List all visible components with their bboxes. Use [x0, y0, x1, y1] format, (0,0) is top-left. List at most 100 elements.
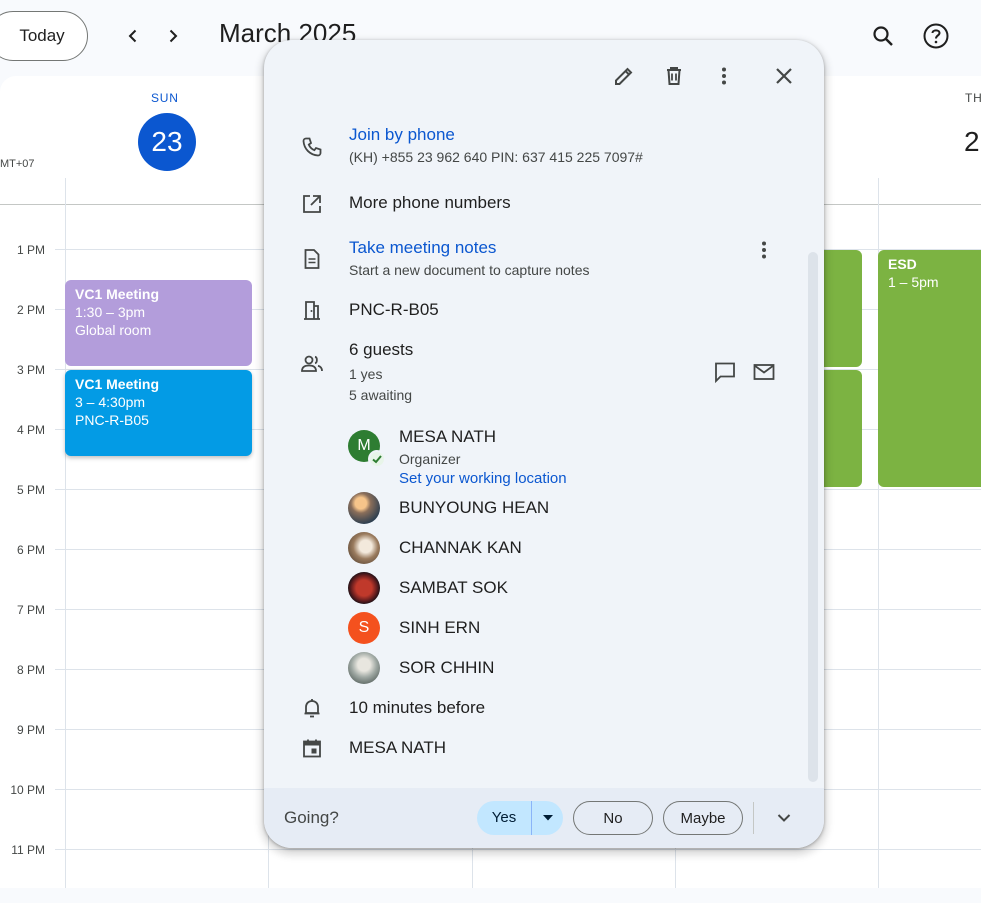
pencil-icon	[615, 67, 633, 85]
rsvp-yes-button[interactable]: Yes	[477, 801, 563, 835]
day-number-thu[interactable]: 2	[950, 113, 981, 171]
next-period-button[interactable]	[157, 18, 189, 54]
phone-icon	[298, 133, 326, 161]
calendar-owner: MESA NATH	[349, 738, 446, 757]
avatar	[348, 572, 380, 604]
timezone-label: MT+07	[0, 158, 35, 170]
close-button[interactable]	[764, 56, 804, 96]
guest-count: 6 guests	[349, 340, 414, 359]
hour-label: 7 PM	[16, 603, 45, 617]
event-title: ESD	[888, 256, 917, 272]
edit-event-button[interactable]	[604, 56, 644, 96]
rsvp-maybe-button[interactable]: Maybe	[663, 801, 743, 835]
footer-divider	[753, 802, 754, 834]
popup-scrollbar[interactable]	[808, 252, 818, 782]
take-meeting-notes-link[interactable]: Take meeting notes	[349, 238, 589, 258]
going-label: Going?	[284, 808, 339, 827]
guest-yes-count: 1 yes	[349, 366, 383, 382]
more-phone-numbers-link[interactable]: More phone numbers	[349, 193, 511, 213]
guest-name: BUNYOUNG HEAN	[399, 498, 550, 517]
join-by-phone-link[interactable]: Join by phone	[349, 125, 643, 145]
guest-item[interactable]: SOR CHHIN	[348, 652, 494, 684]
bell-icon	[298, 694, 326, 722]
event-time: 1 – 5pm	[888, 274, 939, 290]
event-vc1-meeting-room[interactable]: VC1 Meeting 3 – 4:30pm PNC-R-B05	[65, 370, 252, 456]
event-location: Global room	[75, 322, 152, 338]
expand-rsvp-button[interactable]	[764, 798, 804, 838]
hour-label: 10 PM	[10, 783, 45, 797]
notes-more-options-button[interactable]	[744, 230, 784, 270]
event-title: VC1 Meeting	[75, 286, 160, 302]
delete-event-button[interactable]	[654, 56, 694, 96]
day-name-sun: SUN	[151, 91, 179, 105]
guest-item[interactable]: CHANNAK KAN	[348, 532, 522, 564]
hour-label: 6 PM	[16, 543, 45, 557]
set-working-location-link[interactable]: Set your working location	[399, 470, 567, 487]
chat-guests-button[interactable]	[705, 352, 745, 392]
search-button[interactable]	[863, 16, 903, 56]
guest-name: CHANNAK KAN	[399, 538, 522, 557]
close-icon	[776, 68, 792, 84]
hour-label: 3 PM	[16, 363, 45, 377]
guest-item[interactable]: S SINH ERN	[348, 612, 480, 644]
guest-item[interactable]: SAMBAT SOK	[348, 572, 508, 604]
email-guests-button[interactable]	[744, 352, 784, 392]
guest-name: SOR CHHIN	[399, 658, 495, 677]
guest-item-organizer[interactable]: M MESA NATH Organizer Set your working l…	[348, 427, 567, 487]
help-icon	[923, 23, 949, 49]
chat-icon	[715, 362, 735, 384]
meeting-notes-description: Start a new document to capture notes	[349, 262, 590, 278]
guest-item[interactable]: BUNYOUNG HEAN	[348, 492, 549, 524]
avatar: S	[348, 612, 380, 644]
event-time: 1:30 – 3pm	[75, 304, 146, 320]
room-name: PNC-R-B05	[349, 300, 439, 319]
hour-label: 9 PM	[16, 723, 45, 737]
caret-down-icon	[542, 815, 553, 821]
chevron-down-icon	[777, 814, 791, 822]
previous-period-button[interactable]	[117, 18, 149, 54]
more-vert-icon	[722, 67, 726, 85]
rsvp-no-button[interactable]: No	[573, 801, 653, 835]
meeting-notes-block: Take meeting notes Start a new document …	[349, 238, 589, 278]
search-icon	[873, 26, 893, 46]
people-icon	[298, 350, 326, 378]
rsvp-yes-label: Yes	[477, 801, 532, 835]
open-in-new-icon	[298, 190, 326, 218]
guest-name: SAMBAT SOK	[399, 578, 508, 597]
guest-role: Organizer	[399, 451, 461, 467]
event-title: VC1 Meeting	[75, 376, 160, 392]
hour-label: 8 PM	[16, 663, 45, 677]
chevron-right-icon	[169, 29, 178, 43]
today-button[interactable]: Today	[0, 11, 88, 61]
event-location: PNC-R-B05	[75, 412, 149, 428]
help-button[interactable]	[916, 16, 956, 56]
guest-name: SINH ERN	[399, 618, 481, 637]
hour-line	[55, 849, 981, 850]
chevron-left-icon	[128, 29, 137, 43]
accepted-check-icon	[368, 450, 386, 468]
event-vc1-meeting-global[interactable]: VC1 Meeting 1:30 – 3pm Global room	[65, 280, 252, 366]
event-detail-popup: Join by phone (KH) +855 23 962 640 PIN: …	[264, 40, 824, 848]
event-esd[interactable]: ESD 1 – 5pm	[878, 250, 981, 487]
avatar	[348, 652, 380, 684]
guests-summary: 6 guests 1 yes 5 awaiting	[349, 340, 413, 403]
rsvp-yes-dropdown[interactable]	[532, 814, 563, 822]
more-vert-icon	[762, 241, 766, 259]
hour-label: 5 PM	[16, 483, 45, 497]
avatar: M	[348, 430, 386, 468]
avatar	[348, 492, 380, 524]
join-by-phone-block: Join by phone (KH) +855 23 962 640 PIN: …	[349, 125, 643, 165]
more-options-button[interactable]	[704, 56, 744, 96]
day-number-today[interactable]: 23	[138, 113, 196, 171]
hour-label: 2 PM	[16, 303, 45, 317]
hour-label: 11 PM	[11, 843, 45, 857]
guest-awaiting-count: 5 awaiting	[349, 387, 413, 403]
reminder-text: 10 minutes before	[349, 698, 486, 717]
meeting-room-icon	[298, 296, 326, 324]
avatar	[348, 532, 380, 564]
rsvp-footer: Going? Yes No Maybe	[264, 788, 824, 848]
calendar-icon	[298, 734, 326, 762]
guest-name: MESA NATH	[399, 427, 496, 446]
hour-label: 1 PM	[16, 243, 45, 257]
document-icon	[298, 245, 326, 273]
